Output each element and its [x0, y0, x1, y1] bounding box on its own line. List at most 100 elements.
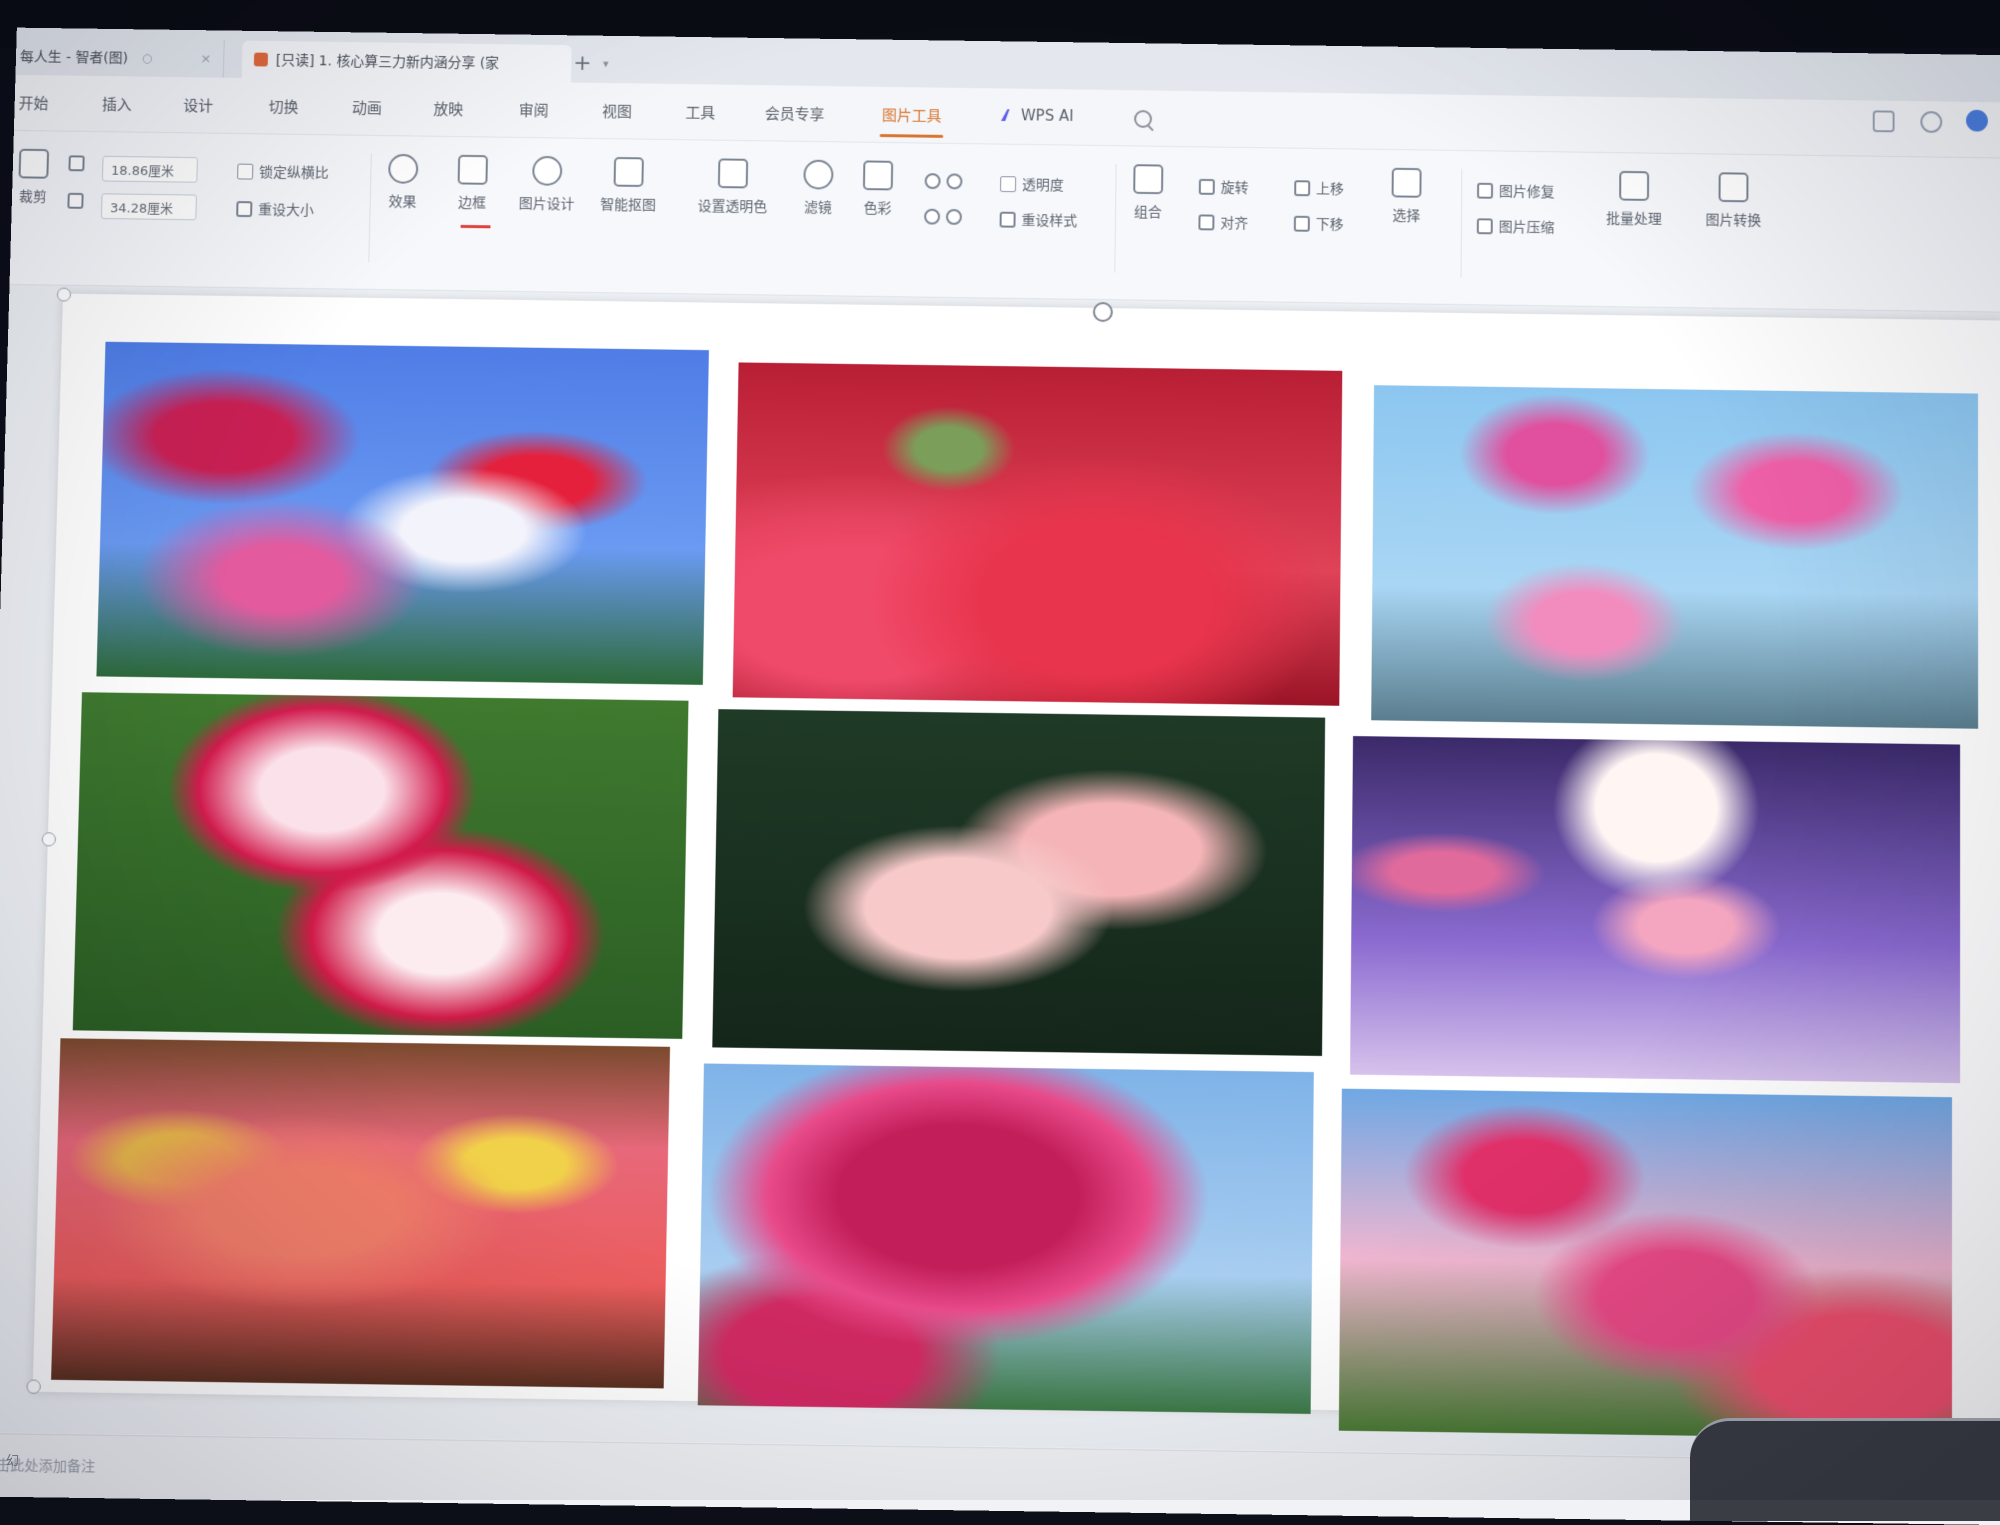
menu-view[interactable]: 视图: [602, 101, 632, 122]
flower-photo-portulaca[interactable]: [51, 1038, 670, 1388]
height-input[interactable]: 18.86厘米: [102, 156, 198, 183]
flower-photo-purple-dahlias[interactable]: [1350, 736, 1960, 1083]
monitor-stand: [1690, 1418, 2000, 1521]
crop-button[interactable]: 裁剪: [18, 149, 49, 207]
select-label: 选择: [1392, 205, 1420, 225]
menu-animation[interactable]: 动画: [352, 97, 382, 118]
rotate-handle[interactable]: [1093, 302, 1113, 322]
picture-repair-label: 图片修复: [1499, 181, 1555, 202]
menu-picture-tools[interactable]: 图片工具: [882, 105, 942, 127]
width-input[interactable]: 34.28厘米: [101, 193, 197, 220]
width-icon: [67, 193, 83, 209]
filter-icon: [803, 160, 833, 190]
batch-icon: [1619, 171, 1649, 201]
set-transparent-button[interactable]: 设置透明色: [697, 158, 768, 216]
menu-transition[interactable]: 切换: [268, 96, 298, 117]
flower-photo-hollyhock[interactable]: [96, 342, 709, 685]
border-label: 边框: [458, 192, 486, 212]
reset-style-button[interactable]: 重设样式: [1000, 210, 1078, 231]
ribbon-divider: [1461, 169, 1463, 278]
resize-handle[interactable]: [42, 832, 56, 846]
status-bar-text: 幻: [6, 1450, 19, 1469]
flower-photo-plumeria[interactable]: [712, 709, 1325, 1056]
menu-slideshow[interactable]: 放映: [433, 98, 463, 119]
bring-forward-button[interactable]: 上移: [1294, 178, 1344, 198]
transparency-label: 透明度: [1022, 174, 1064, 194]
search-icon[interactable]: [1134, 110, 1152, 128]
resize-handle[interactable]: [26, 1379, 41, 1394]
smart-crop-icon: [614, 157, 644, 187]
menu-tools[interactable]: 工具: [685, 102, 715, 123]
chevron-down-icon[interactable]: ▾: [603, 57, 609, 70]
close-icon[interactable]: ×: [200, 51, 211, 66]
wps-window: 每人生 - 智者(图) ○ × [只读] 1. 核心算三力新内涵分享 (家 + …: [0, 28, 2000, 1525]
settings-icon[interactable]: [1920, 111, 1942, 133]
align-button[interactable]: 对齐: [1198, 212, 1248, 232]
group-button[interactable]: 组合: [1133, 164, 1163, 222]
contrast-icon: [946, 173, 962, 189]
select-button[interactable]: 选择: [1391, 168, 1421, 226]
border-icon: [458, 155, 488, 185]
new-tab-button[interactable]: +: [573, 51, 592, 76]
picture-design-icon: [532, 156, 562, 186]
rotate-icon: [1199, 179, 1215, 195]
picture-compress-label: 图片压缩: [1499, 217, 1555, 238]
send-backward-button[interactable]: 下移: [1294, 214, 1344, 234]
convert-label: 图片转换: [1706, 210, 1762, 231]
picture-convert-button[interactable]: 图片转换: [1706, 172, 1762, 230]
lock-ratio-label: 锁定纵横比: [259, 162, 329, 183]
picture-tools-ribbon: 裁剪 18.86厘米 34.28厘米 锁定纵横比 重设大小 效果 边框 图片设计…: [10, 131, 2000, 313]
resize-handle[interactable]: [57, 288, 71, 302]
document-tab-active[interactable]: [只读] 1. 核心算三力新内涵分享 (家: [242, 41, 572, 83]
tab-title: [只读] 1. 核心算三力新内涵分享 (家: [276, 50, 500, 73]
repair-icon: [1477, 183, 1493, 199]
slide-canvas[interactable]: [33, 294, 2000, 1420]
brightness-icon: [925, 173, 941, 189]
effects-icon: [388, 154, 418, 184]
menu-design[interactable]: 设计: [183, 95, 213, 116]
flower-photo-roses[interactable]: [73, 692, 689, 1039]
avatar[interactable]: [1966, 110, 1988, 132]
reset-style-icon: [1000, 212, 1016, 228]
smart-crop-button[interactable]: 智能抠图: [600, 157, 657, 215]
menu-start[interactable]: 开始: [18, 93, 48, 114]
group-icon: [1133, 164, 1163, 194]
send-backward-label: 下移: [1316, 214, 1344, 234]
height-icon: [68, 155, 84, 171]
document-tab[interactable]: 每人生 - 智者(图) ○ ×: [15, 37, 224, 77]
color-label: 色彩: [863, 198, 891, 218]
transparency-button[interactable]: 透明度: [1000, 174, 1064, 195]
align-icon: [1198, 214, 1214, 230]
picture-design-button[interactable]: 图片设计: [519, 156, 576, 214]
menu-insert[interactable]: 插入: [102, 94, 132, 115]
send-backward-icon: [1294, 216, 1310, 232]
effects-label: 效果: [388, 191, 416, 211]
smart-crop-label: 智能抠图: [600, 194, 656, 215]
ppt-file-icon: [254, 53, 268, 67]
effects-button[interactable]: 效果: [387, 154, 418, 212]
lock-ratio-checkbox[interactable]: 锁定纵横比: [237, 162, 329, 183]
border-button[interactable]: 边框: [457, 155, 488, 213]
flower-photo-magenta-dahlia[interactable]: [698, 1063, 1314, 1413]
filter-button[interactable]: 滤镜: [803, 160, 834, 218]
reset-style-label: 重设样式: [1021, 210, 1077, 231]
rotate-button[interactable]: 旋转: [1199, 177, 1249, 197]
brightness-down-button[interactable]: [924, 209, 968, 225]
brightness-button[interactable]: [925, 173, 969, 189]
flower-photo-cosmos[interactable]: [1371, 385, 1978, 729]
picture-compress-button[interactable]: 图片压缩: [1477, 216, 1555, 237]
menu-member[interactable]: 会员专享: [765, 103, 825, 125]
menu-wps-ai[interactable]: WPS AI: [1001, 106, 1074, 125]
tab-title: 每人生 - 智者(图): [20, 46, 129, 67]
color-button[interactable]: 色彩: [862, 160, 893, 218]
window-icon[interactable]: [1873, 110, 1895, 132]
reset-size-icon: [236, 201, 252, 217]
flower-photo-lilies[interactable]: [733, 362, 1343, 705]
menu-review[interactable]: 审阅: [519, 99, 549, 120]
width-row: [67, 193, 89, 209]
picture-repair-button[interactable]: 图片修复: [1477, 181, 1555, 202]
flower-photo-pink-dahlias[interactable]: [1339, 1089, 1952, 1440]
batch-process-button[interactable]: 批量处理: [1606, 171, 1662, 229]
color-icon: [863, 160, 893, 190]
reset-size-button[interactable]: 重设大小: [236, 199, 314, 220]
